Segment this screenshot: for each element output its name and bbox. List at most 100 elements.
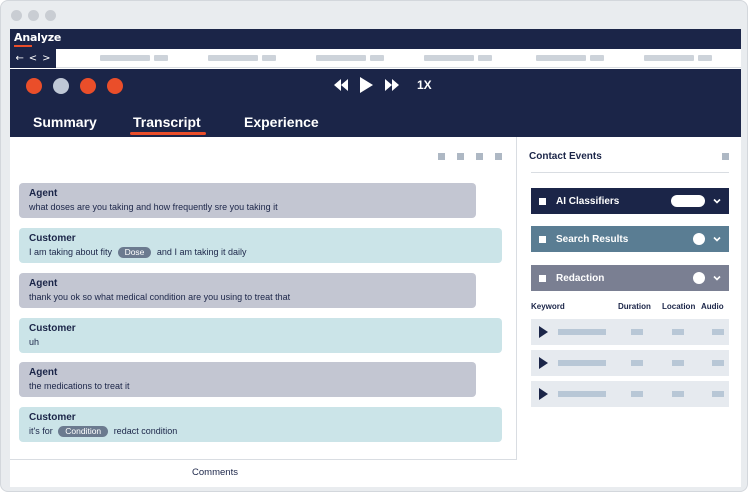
status-circle[interactable]	[107, 78, 123, 94]
toggle-knob[interactable]	[693, 233, 705, 245]
utterance-text: what doses are you taking and how freque…	[29, 202, 278, 212]
window-dot-close[interactable]	[11, 10, 22, 21]
utterance-text: uh	[29, 337, 40, 347]
status-circle[interactable]	[53, 78, 69, 94]
column-header-location: Location	[662, 302, 696, 311]
duration-placeholder	[631, 360, 643, 366]
audio-placeholder	[712, 360, 724, 366]
next-chevron-icon[interactable]: >	[42, 49, 50, 68]
transcript-line-agent: Agent the medications to treat it	[19, 362, 476, 397]
location-placeholder	[672, 360, 684, 366]
active-tab-indicator	[130, 132, 206, 135]
chevron-down-icon[interactable]	[713, 197, 721, 205]
tab-summary[interactable]: Summary	[33, 114, 97, 130]
logo-underline	[14, 45, 32, 47]
fast-forward-icon[interactable]	[385, 79, 399, 91]
nav-placeholder	[316, 55, 366, 61]
keyword-row[interactable]	[531, 350, 729, 376]
checkbox-icon[interactable]	[539, 235, 546, 243]
play-icon[interactable]	[539, 388, 548, 400]
play-icon[interactable]	[539, 357, 548, 369]
browser-window: Analyze ← < > 1X Summary Transcript Expe…	[0, 0, 748, 492]
window-controls	[11, 10, 56, 21]
speaker-label: Agent	[29, 367, 58, 378]
location-placeholder	[672, 329, 684, 335]
tab-transcript[interactable]: Transcript	[133, 114, 201, 130]
toolbar-square-icon[interactable]	[457, 153, 464, 160]
app-frame: Analyze ← < > 1X Summary Transcript Expe…	[10, 29, 741, 487]
column-header-audio: Audio	[701, 302, 724, 311]
divider	[531, 172, 729, 173]
column-header-keyword: Keyword	[531, 302, 565, 311]
rewind-icon[interactable]	[334, 79, 348, 91]
play-icon[interactable]	[360, 77, 373, 93]
window-dot-minimize[interactable]	[28, 10, 39, 21]
audio-placeholder	[712, 391, 724, 397]
nav-placeholder	[262, 55, 276, 61]
transcript-line-agent: Agent thank you ok so what medical condi…	[19, 273, 476, 308]
status-circle[interactable]	[26, 78, 42, 94]
status-circles	[26, 78, 123, 94]
section-label: Redaction	[556, 272, 605, 284]
comments-label: Comments	[192, 467, 238, 478]
entity-tag-condition[interactable]: Condition	[58, 426, 109, 438]
utterance-segment: I am taking about fity	[29, 247, 113, 257]
column-header-duration: Duration	[618, 302, 651, 311]
play-icon[interactable]	[539, 326, 548, 338]
toolbar-square-icon[interactable]	[476, 153, 483, 160]
toggle-switch[interactable]	[671, 195, 705, 207]
playback-controls: 1X	[334, 77, 432, 93]
section-search-results[interactable]: Search Results	[531, 226, 729, 252]
utterance-segment: it's for	[29, 426, 53, 436]
nav-placeholder	[644, 55, 694, 61]
window-dot-maximize[interactable]	[45, 10, 56, 21]
speaker-label: Agent	[29, 188, 58, 199]
location-placeholder	[672, 391, 684, 397]
tab-experience[interactable]: Experience	[244, 114, 319, 130]
nav-placeholder	[424, 55, 474, 61]
utterance-text: it's for Condition redact condition	[29, 424, 492, 439]
section-ai-classifiers[interactable]: AI Classifiers	[531, 188, 729, 214]
toolbar-square-icon[interactable]	[495, 153, 502, 160]
keyword-row[interactable]	[531, 319, 729, 345]
section-label: AI Classifiers	[556, 195, 620, 207]
transcript-line-agent: Agent what doses are you taking and how …	[19, 183, 476, 218]
app-logo: Analyze	[14, 31, 62, 44]
playback-speed[interactable]: 1X	[417, 78, 432, 92]
checkbox-icon[interactable]	[539, 197, 546, 205]
utterance-text: the medications to treat it	[29, 381, 130, 391]
checkbox-icon[interactable]	[539, 274, 546, 282]
entity-tag-dose[interactable]: Dose	[117, 247, 152, 259]
section-label: Search Results	[556, 233, 629, 245]
nav-placeholder	[370, 55, 384, 61]
contact-events-menu-icon[interactable]	[722, 153, 729, 160]
keyword-placeholder	[558, 391, 606, 397]
nav-buttons: ← < >	[10, 49, 56, 68]
utterance-text: thank you ok so what medical condition a…	[29, 292, 291, 302]
nav-placeholder	[698, 55, 712, 61]
chevron-down-icon[interactable]	[713, 235, 721, 243]
nav-placeholder	[478, 55, 492, 61]
back-arrow-icon[interactable]: ←	[15, 49, 23, 68]
transcript-toolbar	[438, 153, 502, 160]
browser-nav-bar: ← < >	[10, 49, 741, 68]
status-circle[interactable]	[80, 78, 96, 94]
duration-placeholder	[631, 329, 643, 335]
keyword-row[interactable]	[531, 381, 729, 407]
utterance-segment: and I am taking it daily	[156, 247, 247, 257]
toggle-knob[interactable]	[693, 272, 705, 284]
chevron-down-icon[interactable]	[713, 274, 721, 282]
prev-chevron-icon[interactable]: <	[29, 49, 37, 68]
duration-placeholder	[631, 391, 643, 397]
comments-bar[interactable]: Comments	[10, 459, 517, 487]
brand-bar: Analyze	[10, 29, 741, 49]
nav-placeholder	[536, 55, 586, 61]
nav-placeholder	[208, 55, 258, 61]
contact-events-title: Contact Events	[529, 151, 602, 162]
speaker-label: Customer	[29, 323, 76, 334]
toolbar-square-icon[interactable]	[438, 153, 445, 160]
nav-placeholder	[590, 55, 604, 61]
section-redaction[interactable]: Redaction	[531, 265, 729, 291]
transcript-pane: Agent what doses are you taking and how …	[10, 137, 517, 487]
transcript-line-customer: Customer it's for Condition redact condi…	[19, 407, 502, 442]
